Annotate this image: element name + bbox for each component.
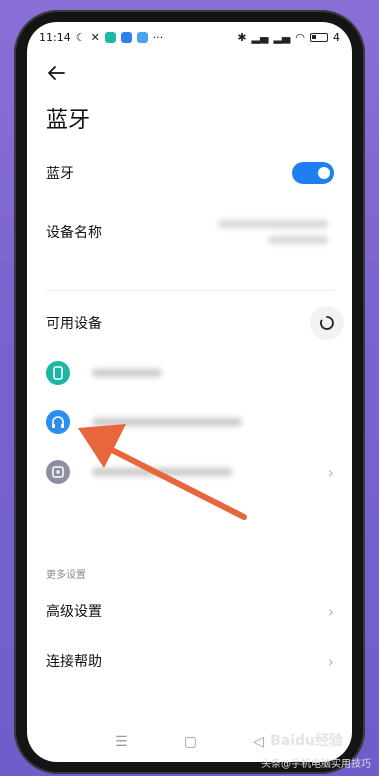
more-settings-caption: 更多设置 xyxy=(46,570,86,581)
watermark-text: 头条@手机电脑实用技巧 xyxy=(261,759,371,770)
connection-help-label: 连接帮助 xyxy=(46,654,102,670)
refresh-spinner-icon xyxy=(320,316,334,330)
app-notification-icon xyxy=(136,31,148,43)
mute-icon: ✕ xyxy=(90,30,100,44)
divider xyxy=(46,290,334,291)
device-item[interactable]: › xyxy=(46,457,334,487)
device-name-row[interactable]: 设备名称 xyxy=(46,212,334,252)
bluetooth-row[interactable]: 蓝牙 xyxy=(46,162,334,184)
signal-icon: ▂▄ xyxy=(251,30,269,44)
moon-icon: ☾ xyxy=(75,30,86,44)
chevron-right-icon: › xyxy=(327,651,334,671)
home-icon[interactable]: ▢ xyxy=(184,734,197,750)
app-notification-icon xyxy=(104,31,116,43)
available-devices-label: 可用设备 xyxy=(46,316,102,332)
more-notifications: ··· xyxy=(152,30,164,44)
device-item-name xyxy=(92,465,232,479)
baidu-logo: Baidu经验 xyxy=(270,733,343,749)
device-name-value xyxy=(218,220,328,244)
connection-help-row[interactable]: 连接帮助 › xyxy=(46,650,334,672)
device-item-name xyxy=(92,366,162,380)
back-arrow-icon xyxy=(48,66,65,80)
page-title: 蓝牙 xyxy=(46,108,91,133)
advanced-settings-label: 高级设置 xyxy=(46,604,102,620)
back-button[interactable] xyxy=(43,60,69,86)
status-time: 11:14 xyxy=(39,30,71,44)
chevron-right-icon: › xyxy=(327,462,334,482)
device-item[interactable] xyxy=(46,358,334,388)
back-nav-icon[interactable]: ◁ xyxy=(253,734,264,750)
settings-screen: 11:14 ☾ ✕ ··· ✱ ▂▄ ▂▄ ◠ 4 蓝牙 蓝牙 设备名称 可用设… xyxy=(27,22,352,762)
chevron-right-icon: › xyxy=(327,601,334,621)
bluetooth-icon: ✱ xyxy=(237,30,247,44)
wifi-icon: ◠ xyxy=(295,30,305,44)
bluetooth-label: 蓝牙 xyxy=(46,166,74,182)
device-item-name xyxy=(92,415,242,429)
battery-level: 4 xyxy=(333,30,340,44)
app-notification-icon xyxy=(120,31,132,43)
device-item[interactable] xyxy=(46,407,334,437)
available-devices-header: 可用设备 xyxy=(46,306,344,340)
status-bar: 11:14 ☾ ✕ ··· ✱ ▂▄ ▂▄ ◠ 4 xyxy=(27,22,352,52)
menu-icon[interactable]: ☰ xyxy=(115,734,128,750)
advanced-settings-row[interactable]: 高级设置 › xyxy=(46,600,334,622)
refresh-button[interactable] xyxy=(310,306,344,340)
phone-icon xyxy=(46,361,70,385)
bluetooth-toggle[interactable] xyxy=(292,162,334,184)
signal-icon: ▂▄ xyxy=(273,30,291,44)
headphones-icon xyxy=(46,410,70,434)
device-name-label: 设备名称 xyxy=(46,225,102,241)
device-icon xyxy=(46,460,70,484)
battery-icon xyxy=(310,32,328,42)
